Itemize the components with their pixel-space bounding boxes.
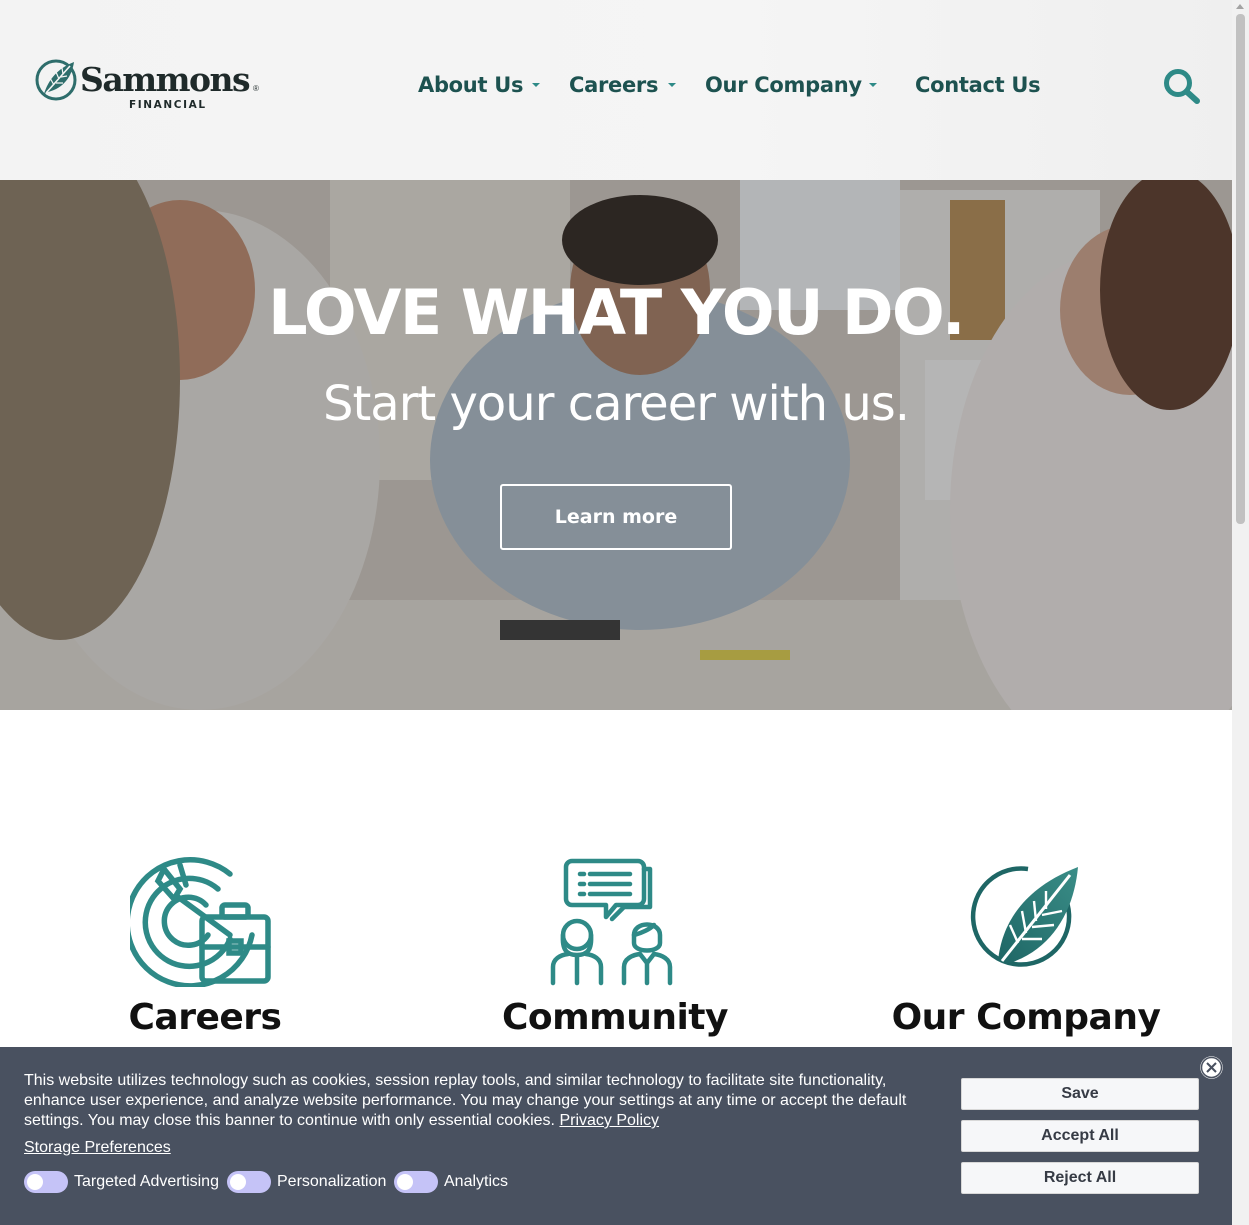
toggle-switch[interactable] xyxy=(227,1171,271,1193)
cookie-text: This website utilizes technology such as… xyxy=(24,1072,907,1129)
scroll-up-icon[interactable] xyxy=(1236,4,1244,9)
chevron-down-icon[interactable] xyxy=(869,83,877,87)
nav-label: Our Company xyxy=(705,73,862,97)
hero-subtitle: Start your career with us. xyxy=(322,376,910,432)
learn-more-button[interactable]: Learn more xyxy=(500,484,732,550)
nav-item-contact-us[interactable]: Contact Us xyxy=(915,68,1041,102)
toggle-analytics[interactable]: Analytics xyxy=(394,1171,508,1193)
feature-title-our-company: Our Company xyxy=(891,997,1161,1038)
sammons-financial-logo[interactable]: Sammons ® FINANCIAL xyxy=(34,58,264,114)
accept-all-button[interactable]: Accept All xyxy=(961,1120,1199,1152)
privacy-policy-link[interactable]: Privacy Policy xyxy=(559,1112,659,1129)
cookie-banner: This website utilizes technology such as… xyxy=(0,1047,1232,1225)
reject-all-button[interactable]: Reject All xyxy=(961,1162,1199,1194)
toggle-switch[interactable] xyxy=(394,1171,438,1193)
nav-item-our-company[interactable]: Our Company xyxy=(705,68,862,102)
hero-title: LOVE WHAT YOU DO. xyxy=(268,276,965,349)
toggle-knob xyxy=(230,1174,246,1190)
close-icon xyxy=(1198,1054,1225,1081)
leaf-logo-icon xyxy=(970,866,1078,967)
logo-subline: FINANCIAL xyxy=(129,99,207,111)
search-button[interactable] xyxy=(1162,67,1202,105)
toggle-knob xyxy=(397,1174,413,1190)
nav-item-about-us[interactable]: About Us xyxy=(418,68,523,102)
feature-our-company[interactable]: Our Company xyxy=(866,855,1186,1038)
cookie-message: This website utilizes technology such as… xyxy=(24,1071,924,1131)
people-chat-icon xyxy=(550,858,673,986)
storage-preferences-link[interactable]: Storage Preferences xyxy=(24,1139,171,1157)
site-header: Sammons ® FINANCIAL About Us Careers Our… xyxy=(0,0,1232,180)
page-scrollbar[interactable] xyxy=(1232,0,1249,1225)
toggle-switch[interactable] xyxy=(24,1171,68,1193)
logo-registered-mark: ® xyxy=(253,84,259,93)
nav-item-careers[interactable]: Careers xyxy=(569,68,658,102)
chevron-down-icon[interactable] xyxy=(532,83,540,87)
feature-careers[interactable]: Careers xyxy=(45,855,365,1038)
nav-label: About Us xyxy=(418,73,524,97)
target-briefcase-icon xyxy=(130,857,271,987)
scrollbar-thumb[interactable] xyxy=(1236,14,1245,524)
toggle-personalization[interactable]: Personalization xyxy=(227,1171,386,1193)
search-icon xyxy=(1164,69,1200,104)
feature-title-community: Community xyxy=(502,997,728,1038)
toggle-label: Personalization xyxy=(277,1173,387,1190)
save-button[interactable]: Save xyxy=(961,1078,1199,1110)
logo-wordmark: Sammons xyxy=(80,60,251,99)
toggle-label: Targeted Advertising xyxy=(74,1173,219,1190)
toggle-label: Analytics xyxy=(444,1173,509,1190)
feature-title-careers: Careers xyxy=(128,997,282,1038)
close-banner-button[interactable] xyxy=(1198,1054,1225,1081)
hero-banner: LOVE WHAT YOU DO. Start your career with… xyxy=(0,180,1232,710)
nav-label: Careers xyxy=(569,73,659,97)
hero-overlay xyxy=(0,180,1232,710)
nav-label: Contact Us xyxy=(915,73,1041,97)
toggle-knob xyxy=(27,1174,43,1190)
chevron-down-icon[interactable] xyxy=(668,83,676,87)
leaf-logo-icon xyxy=(35,59,77,101)
toggle-targeted-advertising[interactable]: Targeted Advertising xyxy=(24,1171,219,1193)
feature-community[interactable]: Community xyxy=(455,855,775,1038)
